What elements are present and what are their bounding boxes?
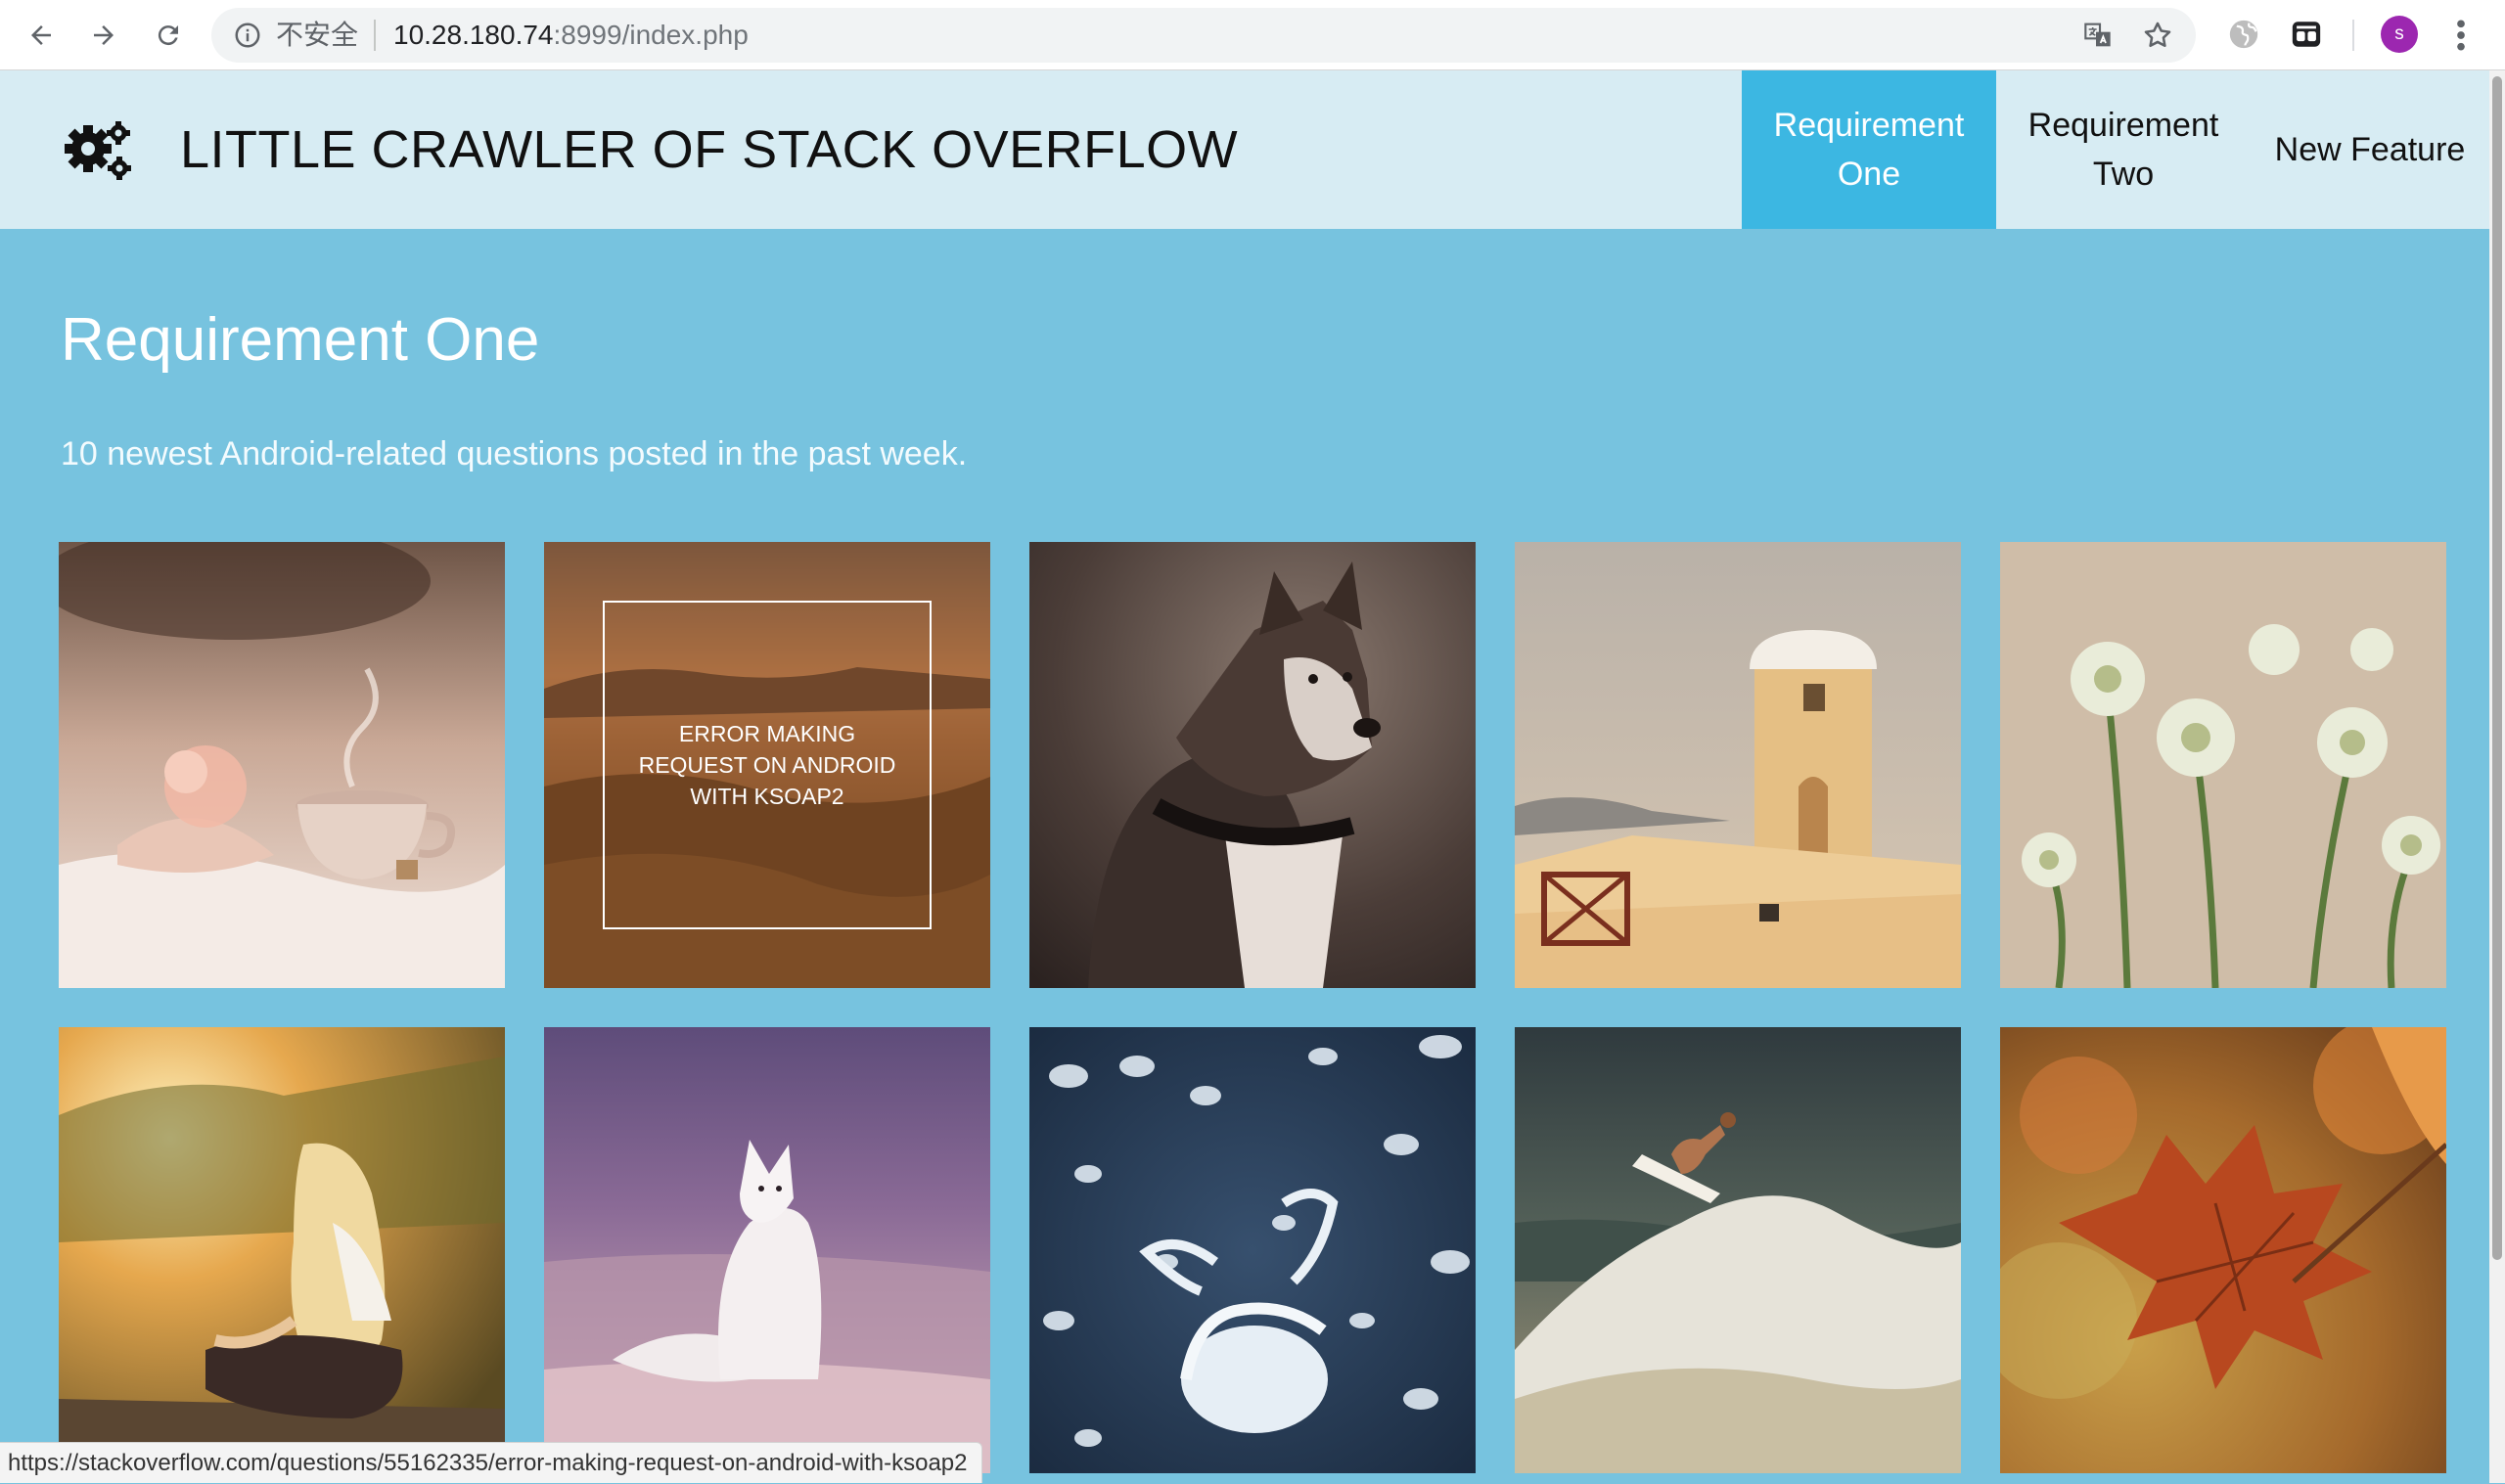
nav-requirement-two[interactable]: Requirement Two [1996,70,2251,229]
url-text[interactable]: 10.28.180.74:8999/index.php [393,20,749,51]
site-title: LITTLE CRAWLER OF STACK OVERFLOW [180,120,1239,179]
white-flowers-photo [2000,542,2446,988]
profile-avatar[interactable]: s [2381,16,2418,53]
tab-extension-icon[interactable] [2290,18,2323,51]
star-icon[interactable] [2141,19,2174,52]
nav-label-line2: One [1837,156,1901,193]
question-tile[interactable] [2000,542,2446,988]
page-scrollbar-thumb[interactable] [2492,76,2502,1260]
nav-new-feature[interactable]: New Feature [2251,70,2489,229]
arrow-left-icon [31,25,51,45]
site-header: LITTLE CRAWLER OF STACK OVERFLOW Require… [0,70,2489,229]
tile-caption-frame: ERROR MAKING REQUEST ON ANDROID WITH KSO… [603,601,932,929]
whitewashed-tower-photo [1515,542,1961,988]
question-tile[interactable] [1515,1027,1961,1473]
url-path: :8999/index.php [553,20,749,50]
back-button[interactable] [20,14,63,57]
question-tile[interactable]: ERROR MAKING REQUEST ON ANDROID WITH KSO… [544,542,990,988]
address-divider [374,20,376,51]
nav-label-line1: Requirement [2027,107,2219,144]
tea-cup-photo [59,542,505,988]
nav-label-line1: Requirement [1773,107,1965,144]
girl-sunlight-photo [59,1027,505,1473]
kebab-menu-icon[interactable] [2446,16,2476,55]
question-tile[interactable] [544,1027,990,1473]
nav-requirement-one[interactable]: Requirement One [1742,70,1996,229]
security-label: 不安全 [276,19,359,51]
tile-hover-overlay: ERROR MAKING REQUEST ON ANDROID WITH KSO… [544,542,990,988]
jellyfish-photo [1029,1027,1476,1473]
husky-dog-photo [1029,542,1476,988]
surfer-wave-photo [1515,1027,1961,1473]
nav-label: New Feature [2274,131,2466,168]
nav-label-line2: Two [2092,156,2155,193]
globe-icon[interactable] [2227,18,2260,51]
translate-icon[interactable] [2082,20,2114,51]
browser-toolbar: 不安全 10.28.180.74:8999/index.php s [0,0,2505,70]
question-tile[interactable] [1515,542,1961,988]
toolbar-divider [2352,20,2354,51]
url-host: 10.28.180.74 [393,20,554,50]
question-tile[interactable] [1029,542,1476,988]
gears-icon [65,121,131,180]
question-tile[interactable] [59,1027,505,1473]
reload-icon [158,25,178,46]
arrow-right-icon [94,25,114,45]
question-tile[interactable] [59,542,505,988]
question-tile[interactable] [2000,1027,2446,1473]
page-subtitle: 10 newest Android-related questions post… [61,435,968,472]
arctic-fox-photo [544,1027,990,1473]
nav-label: Requirement One [1774,101,1965,199]
question-title[interactable]: ERROR MAKING REQUEST ON ANDROID WITH KSO… [635,718,899,812]
reload-button[interactable] [147,14,190,57]
forward-button[interactable] [82,14,125,57]
autumn-leaf-photo [2000,1027,2446,1473]
page-title: Requirement One [61,306,540,374]
address-bar[interactable]: 不安全 10.28.180.74:8999/index.php [211,8,2196,63]
link-status-bubble: https://stackoverflow.com/questions/5516… [0,1442,982,1483]
nav-label: Requirement Two [2028,101,2219,199]
info-circle-icon[interactable] [233,21,262,50]
question-tile[interactable] [1029,1027,1476,1473]
